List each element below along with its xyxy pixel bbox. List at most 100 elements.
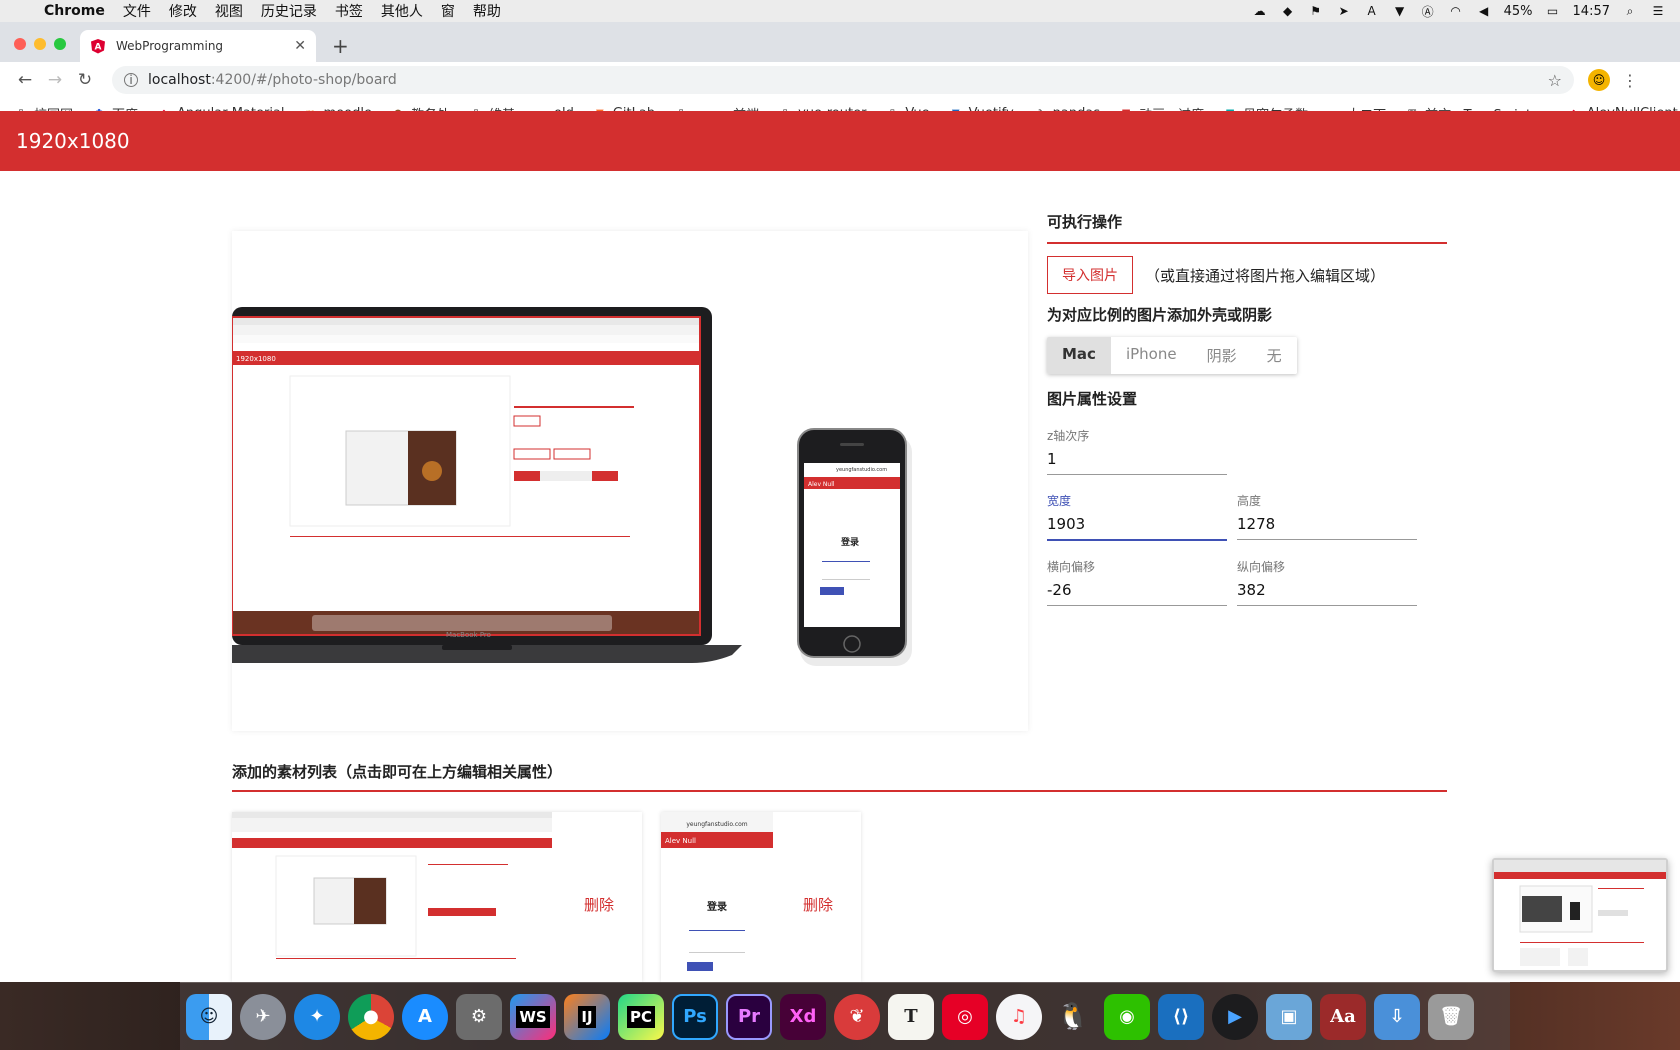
asset-thumbnail (232, 812, 552, 959)
import-image-button[interactable]: 导入图片 (1047, 256, 1133, 294)
offset-x-label: 横向偏移 (1047, 560, 1096, 574)
photoshop-icon[interactable]: Ps (672, 993, 718, 1040)
z-index-input[interactable]: 1 (1047, 450, 1227, 475)
wechat-icon[interactable]: ◉ (1104, 993, 1150, 1040)
battery-percent[interactable]: 45% (1504, 4, 1533, 19)
new-tab-button[interactable]: + (332, 34, 349, 58)
pycharm-icon[interactable]: PC (618, 993, 664, 1040)
menu-history[interactable]: 历史记录 (261, 1, 317, 21)
vscode-icon[interactable]: ⟨⟩ (1158, 993, 1204, 1040)
z-index-label: z轴次序 (1047, 429, 1090, 443)
system-preferences-icon[interactable]: ⚙ (456, 993, 502, 1040)
menu-window[interactable]: 窗 (441, 1, 455, 21)
menu-app-name[interactable]: Chrome (44, 3, 105, 19)
inner-app-title: 1920x1080 (236, 355, 276, 363)
itunes-icon[interactable]: ♫ (996, 993, 1042, 1040)
floating-window-preview[interactable] (1492, 858, 1668, 972)
macos-menubar: Chrome 文件 修改 视图 历史记录 书签 其他人 窗 帮助 ☁ ◆ ⚑ ➤… (0, 0, 1680, 22)
offset-y-input[interactable]: 382 (1237, 581, 1417, 606)
width-input[interactable]: 1903 (1047, 515, 1227, 541)
premiere-icon[interactable]: Pr (726, 993, 772, 1040)
clock[interactable]: 14:57 (1573, 4, 1610, 19)
webstorm-icon[interactable]: WS (510, 993, 556, 1040)
iphone-app-title: Alev Null (808, 481, 835, 488)
mockup-preview: 1920x1080 MacBook Pro yeungfanstudio.com… (232, 307, 912, 666)
tab-webprogramming[interactable]: A WebProgramming ✕ (80, 30, 316, 62)
thumb-app-title: Alev Null (665, 837, 696, 845)
close-tab-icon[interactable]: ✕ (294, 38, 306, 54)
z-index-field[interactable]: z轴次序 1 (1047, 427, 1227, 475)
toggle-none[interactable]: 无 (1251, 337, 1297, 374)
width-field[interactable]: 宽度 1903 (1047, 492, 1227, 541)
iphone-login-title: 登录 (840, 536, 859, 548)
forward-icon[interactable]: → (40, 70, 70, 90)
asset-item-screenshot[interactable]: 删除 (232, 812, 642, 982)
zoom-window-button[interactable] (54, 38, 66, 50)
offset-y-label: 纵向偏移 (1237, 560, 1286, 574)
offset-y-field[interactable]: 纵向偏移 382 (1237, 558, 1417, 606)
menu-file[interactable]: 文件 (123, 1, 151, 21)
wifi-icon[interactable]: ◠ (1448, 4, 1464, 18)
menu-view[interactable]: 视图 (215, 1, 243, 21)
macbook-label: MacBook Pro (446, 631, 491, 639)
downloads-folder-icon[interactable]: ⇩ (1374, 993, 1420, 1040)
app-store-icon[interactable]: A (402, 993, 448, 1040)
text-input-icon[interactable]: Ⓐ (1420, 4, 1436, 19)
finder-icon[interactable]: ☺ (186, 993, 232, 1040)
toggle-shadow[interactable]: 阴影 (1191, 337, 1252, 374)
safari-icon[interactable]: ✦ (294, 993, 340, 1040)
address-bar[interactable]: i localhost:4200/#/photo-shop/board ☆ (112, 66, 1574, 94)
chrome-icon[interactable]: ● (348, 993, 394, 1040)
chrome-menu-icon[interactable]: ⋮ (1622, 71, 1638, 90)
intellij-icon[interactable]: IJ (564, 993, 610, 1040)
offset-x-input[interactable]: -26 (1047, 581, 1227, 606)
menu-edit[interactable]: 修改 (169, 1, 197, 21)
netease-music-icon[interactable]: ◎ (942, 993, 988, 1040)
height-field[interactable]: 高度 1278 (1237, 492, 1417, 540)
height-input[interactable]: 1278 (1237, 515, 1417, 540)
input-method-icon[interactable]: A (1364, 4, 1380, 18)
bear-icon[interactable]: ❦ (834, 993, 880, 1040)
dictionary-icon[interactable]: Aa (1320, 993, 1366, 1040)
spotlight-search-icon[interactable]: ⌕ (1622, 4, 1638, 18)
delete-asset-button[interactable]: 删除 (803, 894, 833, 915)
angular-icon: A (91, 39, 105, 54)
bookmark-star-icon[interactable]: ☆ (1548, 71, 1562, 90)
toggle-iphone[interactable]: iPhone (1110, 337, 1192, 374)
inner-app-bar (232, 351, 700, 365)
preview-icon[interactable]: ▣ (1266, 993, 1312, 1040)
import-hint: （或直接通过将图片拖入编辑区域） (1145, 266, 1386, 285)
back-icon[interactable]: ← (10, 70, 40, 90)
shield-icon[interactable]: ▼ (1392, 4, 1408, 18)
site-info-icon[interactable]: i (124, 73, 138, 87)
reload-icon[interactable]: ↻ (70, 70, 100, 90)
minimize-window-button[interactable] (34, 38, 46, 50)
qq-icon[interactable]: 🐧 (1050, 994, 1096, 1040)
xd-icon[interactable]: Xd (780, 993, 826, 1040)
delete-asset-button[interactable]: 删除 (584, 894, 614, 915)
toggle-mac[interactable]: Mac (1047, 337, 1111, 374)
tab-title: WebProgramming (116, 39, 224, 53)
trash-icon[interactable]: 🗑 (1428, 993, 1474, 1040)
control-panel: 可执行操作 导入图片 （或直接通过将图片拖入编辑区域） 为对应比例的图片添加外壳… (1047, 211, 1447, 409)
mini-preview-thumbnail (1494, 860, 1666, 966)
typora-icon[interactable]: T (888, 993, 934, 1040)
thumb-url: yeungfanstudio.com (686, 821, 747, 828)
menu-help[interactable]: 帮助 (473, 1, 501, 21)
notification-center-icon[interactable]: ☰ (1650, 4, 1666, 18)
close-window-button[interactable] (14, 38, 26, 50)
menu-bookmarks[interactable]: 书签 (335, 1, 363, 21)
menu-people[interactable]: 其他人 (381, 1, 423, 21)
creative-cloud-icon[interactable]: ☁ (1252, 4, 1268, 18)
profile-avatar[interactable]: ☺ (1588, 69, 1610, 91)
offset-x-field[interactable]: 横向偏移 -26 (1047, 558, 1227, 606)
editor-canvas[interactable]: 1920x1080 MacBook Pro yeungfanstudio.com… (232, 231, 1028, 731)
dropbox-icon[interactable]: ◆ (1280, 4, 1296, 18)
send-icon[interactable]: ➤ (1336, 4, 1352, 18)
battery-icon[interactable]: ▭ (1545, 4, 1561, 18)
sync-icon[interactable]: ⚑ (1308, 4, 1324, 18)
launchpad-icon[interactable]: ✈ (240, 993, 286, 1040)
volume-icon[interactable]: ◀ (1476, 4, 1492, 18)
quicktime-icon[interactable]: ▶ (1212, 993, 1258, 1040)
asset-item-phone[interactable]: yeungfanstudio.com Alev Null 登录 删除 (661, 812, 861, 982)
